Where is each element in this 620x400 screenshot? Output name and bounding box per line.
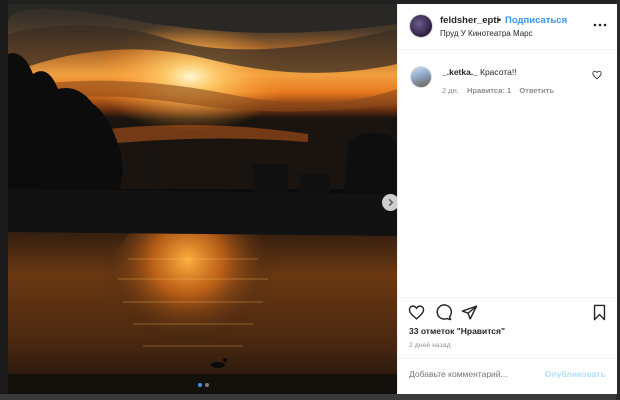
author-avatar[interactable]: [409, 14, 433, 38]
publish-button[interactable]: Опубликовать: [545, 369, 606, 379]
likes-count[interactable]: 33 отметок "Нравится": [409, 326, 505, 336]
carousel-dot: [205, 383, 209, 387]
comment-likes[interactable]: Нравится: 1: [467, 86, 511, 95]
carousel-next-button[interactable]: [382, 194, 397, 211]
post-location[interactable]: Пруд У Кинотеатра Марс: [440, 29, 533, 38]
actions-divider: [398, 297, 617, 298]
sunset-photo: [8, 4, 397, 394]
post-timestamp[interactable]: 2 дней назад: [409, 342, 451, 349]
page-backdrop-left: [0, 0, 8, 400]
chevron-right-icon: [388, 198, 394, 207]
comment-time: 2 дн.: [442, 86, 459, 95]
post-header: feldsher_epti • Подписаться Пруд У Кинот…: [398, 4, 617, 50]
author-username[interactable]: feldsher_epti: [440, 15, 499, 26]
comment-icon[interactable]: [435, 304, 452, 321]
more-horizontal-icon[interactable]: [592, 17, 608, 33]
share-icon[interactable]: [461, 304, 478, 321]
comment-reply-button[interactable]: Ответить: [519, 86, 554, 95]
post-sidebar: feldsher_epti • Подписаться Пруд У Кинот…: [397, 4, 617, 394]
comment-input[interactable]: [409, 369, 534, 379]
bookmark-icon[interactable]: [592, 304, 607, 321]
like-icon[interactable]: [408, 304, 425, 321]
follow-button[interactable]: Подписаться: [505, 15, 567, 26]
comment-avatar[interactable]: [410, 66, 432, 88]
comment-text: Красота!!: [480, 67, 517, 77]
comment-meta: 2 дн. Нравится: 1 Ответить: [442, 86, 560, 95]
carousel-dot-active: [198, 383, 202, 387]
comment-username[interactable]: _.ketka._: [442, 67, 478, 77]
composer-divider: [398, 358, 617, 359]
post-photo[interactable]: [8, 4, 397, 394]
comment-like-icon[interactable]: [592, 70, 602, 80]
separator-dot: •: [498, 15, 502, 25]
page-backdrop-bottom: [0, 394, 620, 400]
carousel-indicators: [198, 383, 209, 387]
